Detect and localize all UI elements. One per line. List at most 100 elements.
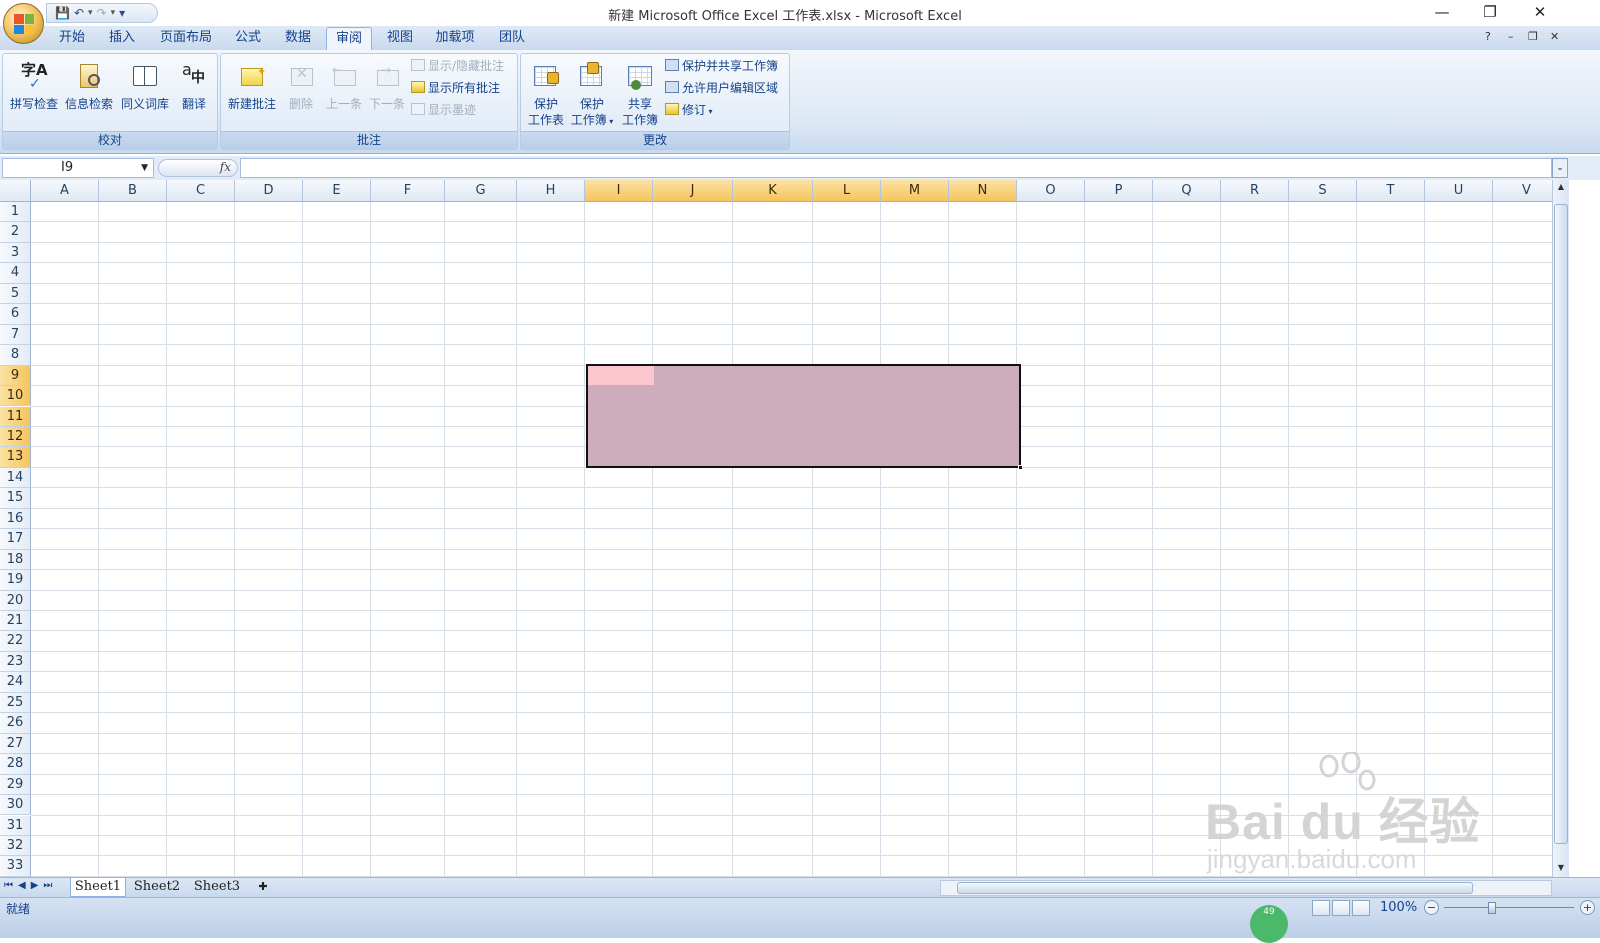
ribbon-close-icon[interactable]: ✕ xyxy=(1550,30,1559,43)
minimize-button[interactable]: — xyxy=(1418,0,1466,26)
fill-handle[interactable] xyxy=(1018,465,1023,470)
zoom-slider[interactable]: − + xyxy=(1424,900,1596,916)
column-header-d[interactable]: D xyxy=(235,180,303,202)
next-comment-button[interactable]: → 下一条 xyxy=(365,62,409,112)
column-header-f[interactable]: F xyxy=(371,180,445,202)
row-header-13[interactable]: 13 xyxy=(0,447,31,468)
row-header-2[interactable]: 2 xyxy=(0,222,31,243)
thesaurus-button[interactable]: 同义词库 xyxy=(117,62,173,112)
column-header-r[interactable]: R xyxy=(1221,180,1289,202)
new-comment-button[interactable]: ✦ 新建批注 xyxy=(223,62,281,112)
ribbon-restore-icon[interactable]: ❐ xyxy=(1528,30,1538,43)
column-header-a[interactable]: A xyxy=(31,180,99,202)
tab-addins[interactable]: 加载项 xyxy=(428,27,482,50)
translate-button[interactable]: a 中 翻译 xyxy=(173,62,215,112)
column-header-p[interactable]: P xyxy=(1085,180,1153,202)
ribbon-minimize-icon[interactable]: – xyxy=(1508,30,1514,43)
row-header-33[interactable]: 33 xyxy=(0,856,31,877)
worksheet-grid[interactable]: A B C D E F G H I J K L M N O P Q R S T U V 1 2 3 4 5 6 7 8 9 10 11 12 13 1… xyxy=(0,180,1552,877)
undo-icon[interactable]: ↶ xyxy=(74,6,84,20)
row-header-5[interactable]: 5 xyxy=(0,283,31,305)
restore-button[interactable]: ❐ xyxy=(1466,0,1514,26)
tab-data[interactable]: 数据 xyxy=(276,27,320,50)
office-button[interactable] xyxy=(3,3,44,44)
row-header-17[interactable]: 17 xyxy=(0,529,31,550)
help-icon[interactable]: ? xyxy=(1485,30,1491,43)
track-changes-button[interactable]: 修订 ▾ xyxy=(665,100,713,120)
page-layout-view-icon[interactable] xyxy=(1332,900,1350,916)
select-all-button[interactable] xyxy=(0,180,31,202)
zoom-in-icon[interactable]: + xyxy=(1580,900,1595,915)
column-header-u[interactable]: U xyxy=(1425,180,1493,202)
horizontal-scroll-thumb[interactable] xyxy=(957,882,1473,894)
row-header-7[interactable]: 7 xyxy=(0,324,31,346)
sheet-tab-3[interactable]: Sheet3 xyxy=(188,878,246,897)
previous-comment-button[interactable]: ← 上一条 xyxy=(321,62,367,112)
tab-review[interactable]: 审阅 xyxy=(326,27,372,50)
column-header-c[interactable]: C xyxy=(167,180,235,202)
row-header-30[interactable]: 30 xyxy=(0,795,31,816)
column-header-i[interactable]: I xyxy=(585,180,653,202)
name-box-dropdown-icon[interactable]: ▼ xyxy=(141,159,148,177)
tab-formulas[interactable]: 公式 xyxy=(226,27,270,50)
row-header-16[interactable]: 16 xyxy=(0,508,31,530)
page-break-view-icon[interactable] xyxy=(1352,900,1370,916)
column-header-t[interactable]: T xyxy=(1357,180,1425,202)
column-header-b[interactable]: B xyxy=(99,180,167,202)
selected-range[interactable] xyxy=(586,364,1023,470)
active-cell[interactable] xyxy=(588,366,654,385)
scroll-down-icon[interactable]: ▼ xyxy=(1554,863,1568,875)
row-header-25[interactable]: 25 xyxy=(0,692,31,714)
column-header-q[interactable]: Q xyxy=(1153,180,1221,202)
tab-view[interactable]: 视图 xyxy=(378,27,422,50)
zoom-level[interactable]: 100% xyxy=(1380,900,1417,915)
row-header-9[interactable]: 9 xyxy=(0,365,31,387)
row-header-3[interactable]: 3 xyxy=(0,242,31,264)
sheet-tab-2[interactable]: Sheet2 xyxy=(128,878,186,897)
name-box[interactable]: I9 ▼ xyxy=(2,158,154,178)
row-header-26[interactable]: 26 xyxy=(0,713,31,734)
column-header-m[interactable]: M xyxy=(881,180,949,202)
expand-formula-bar-icon[interactable]: ⌄ xyxy=(1552,158,1568,178)
row-header-28[interactable]: 28 xyxy=(0,754,31,775)
row-header-32[interactable]: 32 xyxy=(0,835,31,857)
vertical-scrollbar[interactable]: ▲ ▼ xyxy=(1552,180,1569,877)
column-header-j[interactable]: J xyxy=(653,180,733,202)
insert-sheet-icon[interactable]: ✚ xyxy=(250,878,276,897)
row-header-10[interactable]: 10 xyxy=(0,386,31,407)
show-ink-button[interactable]: 显示墨迹 xyxy=(411,100,476,120)
show-hide-comment-button[interactable]: 显示/隐藏批注 xyxy=(411,56,504,76)
row-header-15[interactable]: 15 xyxy=(0,488,31,509)
row-header-24[interactable]: 24 xyxy=(0,672,31,693)
zoom-slider-knob[interactable] xyxy=(1488,902,1496,914)
column-header-e[interactable]: E xyxy=(303,180,371,202)
row-header-21[interactable]: 21 xyxy=(0,611,31,632)
row-header-27[interactable]: 27 xyxy=(0,733,31,755)
row-header-11[interactable]: 11 xyxy=(0,406,31,427)
protect-share-workbook-button[interactable]: 保护并共享工作簿 xyxy=(665,56,778,76)
row-header-23[interactable]: 23 xyxy=(0,651,31,673)
allow-edit-ranges-button[interactable]: 允许用户编辑区域 xyxy=(665,78,778,98)
normal-view-icon[interactable] xyxy=(1312,900,1330,916)
vertical-scroll-thumb[interactable] xyxy=(1554,204,1568,844)
column-header-o[interactable]: O xyxy=(1017,180,1085,202)
row-header-22[interactable]: 22 xyxy=(0,631,31,652)
tab-insert[interactable]: 插入 xyxy=(100,27,144,50)
row-header-12[interactable]: 12 xyxy=(0,426,31,448)
tab-home[interactable]: 开始 xyxy=(50,27,94,50)
show-all-comments-button[interactable]: 显示所有批注 xyxy=(411,78,500,98)
insert-function-button[interactable]: fx xyxy=(220,160,231,174)
spell-check-button[interactable]: 字A ✓ 拼写检查 xyxy=(7,62,61,112)
protect-workbook-button[interactable]: 保护 工作簿 ▾ xyxy=(569,62,615,130)
row-header-29[interactable]: 29 xyxy=(0,774,31,796)
protect-sheet-button[interactable]: 保护 工作表 xyxy=(523,62,569,128)
scroll-up-icon[interactable]: ▲ xyxy=(1554,182,1568,194)
sheet-nav-buttons[interactable]: ⏮◀▶⏭ xyxy=(4,880,57,891)
column-header-h[interactable]: H xyxy=(517,180,585,202)
column-header-n[interactable]: N xyxy=(949,180,1017,202)
column-header-l[interactable]: L xyxy=(813,180,881,202)
formula-input[interactable] xyxy=(240,158,1552,178)
tab-team[interactable]: 团队 xyxy=(490,27,534,50)
tab-page-layout[interactable]: 页面布局 xyxy=(152,27,220,50)
research-button[interactable]: 信息检索 xyxy=(61,62,117,112)
